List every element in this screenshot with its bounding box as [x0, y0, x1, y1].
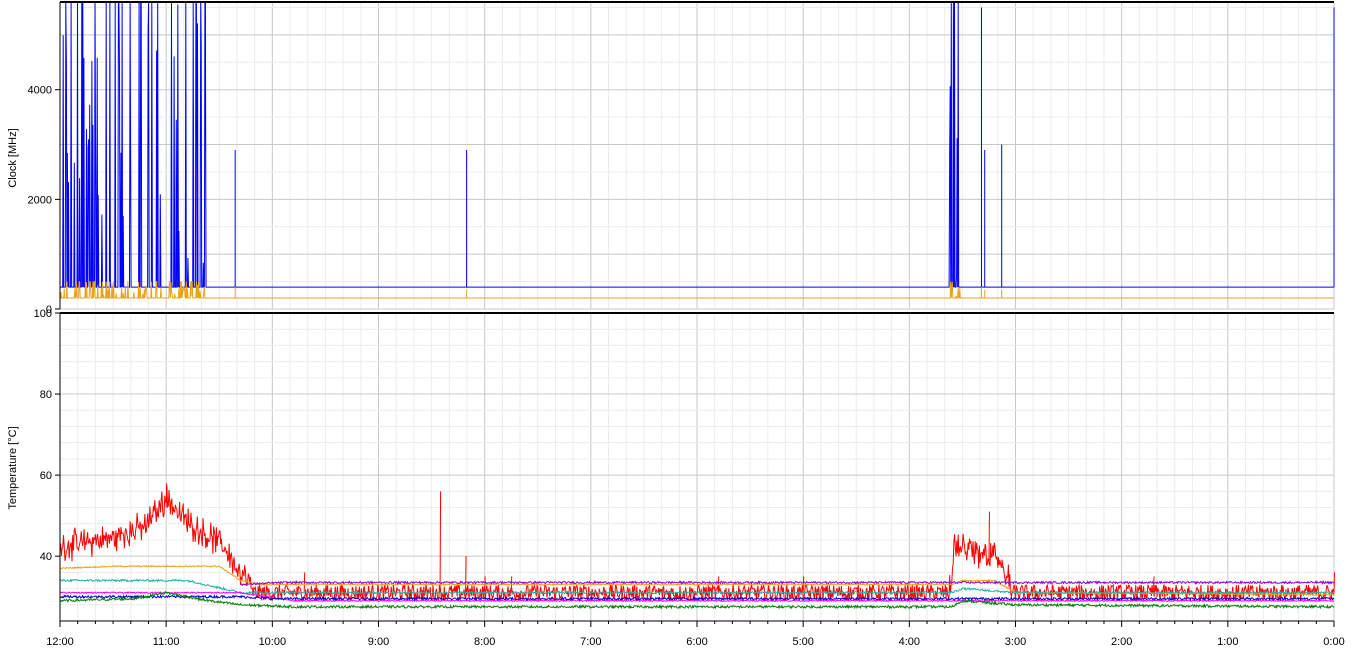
y-tick-label: 100	[34, 308, 52, 320]
clock-axis-label: Clock [MHz]	[7, 128, 19, 187]
temperature-spike	[988, 511, 990, 565]
x-tick-label: 11:00	[153, 636, 180, 648]
temperature-panel: 40 60 80 100 12:00 11:00 10:00 9:00 8:00 7:00 6:00…	[34, 308, 1345, 648]
y-tick-label: 2000	[28, 194, 52, 206]
x-tick-label: 2:00	[1111, 636, 1132, 648]
y-tick-label: 4000	[28, 85, 52, 97]
x-tick-label: 6:00	[686, 636, 707, 648]
x-tick-label: 5:00	[792, 636, 813, 648]
x-tick-label: 0:00	[1323, 636, 1344, 648]
temperature-axis-label: Temperature [°C]	[7, 426, 19, 509]
y-tick-label: 60	[40, 470, 52, 482]
y-tick-label: 40	[40, 551, 52, 563]
x-tick-label: 10:00	[259, 636, 287, 648]
x-tick-label: 4:00	[899, 636, 920, 648]
x-tick-label: 9:00	[368, 636, 389, 648]
x-tick-label: 1:00	[1217, 636, 1238, 648]
clock-panel: 020004000	[28, 1, 1335, 316]
temperature-spike	[439, 491, 442, 593]
y-tick-label: 80	[40, 389, 52, 401]
temperature-spike	[465, 556, 467, 593]
clock-temperature-chart: 020004000 40608010012:00 11:00 10:00 9:00 8:…	[7, 1, 1345, 648]
x-tick-label: 7:00	[580, 636, 601, 648]
x-tick-label: 8:00	[474, 636, 495, 648]
chart-window: 0 2000 4000 40 60 80 100 12:00 11:00 10:00 9:00 8:…	[0, 0, 1352, 658]
x-tick-label: 3:00	[1005, 636, 1026, 648]
x-tick-label: 12:00	[46, 636, 74, 648]
